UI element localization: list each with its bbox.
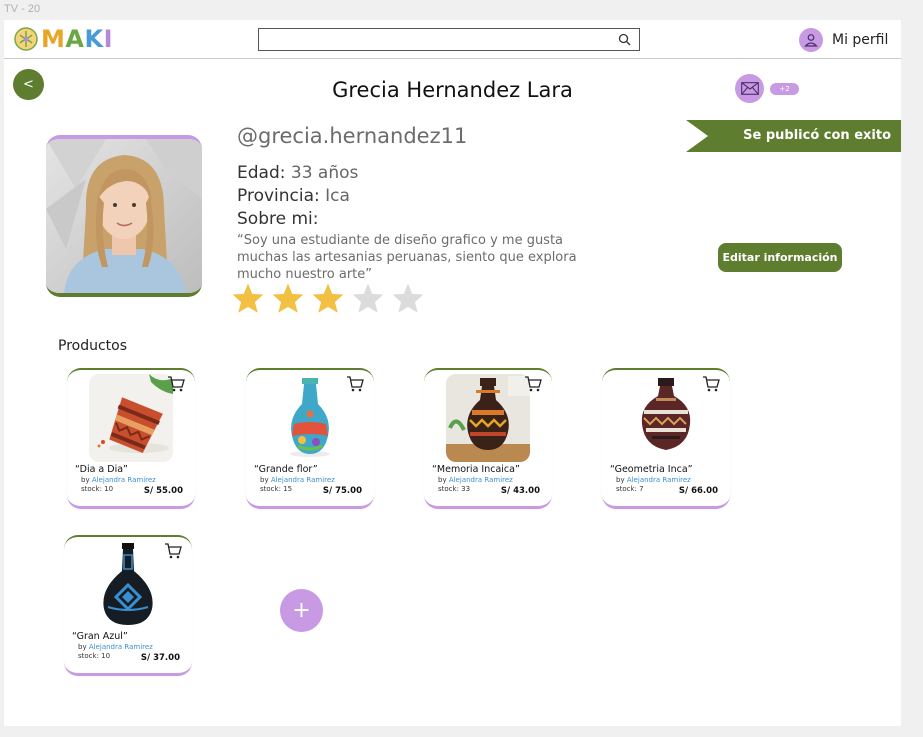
product-image	[268, 374, 352, 462]
author-link[interactable]: Alejandra Ramirez	[627, 476, 691, 484]
profile-name: Grecia Hernandez Lara	[332, 78, 573, 102]
stock-label: stock:	[81, 485, 102, 493]
search-input[interactable]	[258, 28, 640, 51]
product-price: S/ 66.00	[678, 486, 718, 496]
age-value: 33 años	[290, 163, 359, 183]
star-icon[interactable]	[231, 282, 265, 314]
product-price: S/ 43.00	[500, 486, 540, 496]
profile-photo	[46, 135, 202, 297]
by-label: by	[260, 476, 269, 484]
by-label: by	[81, 476, 90, 484]
cart-icon[interactable]	[167, 376, 185, 396]
frame-label: TV - 20	[4, 3, 41, 15]
notification-badge[interactable]: +2	[770, 83, 799, 95]
product-price: S/ 75.00	[322, 486, 362, 496]
logo-text: MAKI	[41, 25, 113, 53]
rating-stars[interactable]	[231, 282, 425, 314]
province-row: Provincia: Ica	[237, 185, 637, 208]
logo-letter: A	[65, 25, 85, 53]
logo-letter: I	[103, 25, 114, 53]
author-link[interactable]: Alejandra Ramirez	[449, 476, 513, 484]
product-title: “Gran Azul”	[72, 631, 128, 642]
stock-value: 33	[461, 485, 471, 493]
product-stock: stock: 33	[438, 485, 470, 493]
product-author: by Alejandra Ramirez	[260, 476, 335, 484]
product-title: “Dia a Dia”	[75, 464, 128, 475]
product-title: “Geometria Inca”	[610, 464, 693, 475]
product-stock: stock: 10	[78, 652, 110, 660]
profile-label[interactable]: Mi perfil	[832, 32, 888, 48]
stock-value: 10	[101, 652, 111, 660]
age-label: Edad:	[237, 163, 286, 183]
star-icon[interactable]	[391, 282, 425, 314]
mail-icon[interactable]	[735, 74, 764, 103]
stock-label: stock:	[438, 485, 459, 493]
province-value: Ica	[325, 186, 350, 206]
cart-icon[interactable]	[524, 376, 542, 396]
portrait-image	[46, 139, 202, 293]
top-header: MAKI Mi perfil	[4, 20, 901, 59]
user-icon[interactable]	[799, 28, 823, 52]
stock-label: stock:	[78, 652, 99, 660]
cart-icon[interactable]	[702, 376, 720, 396]
logo-letter: M	[41, 25, 66, 53]
stock-label: stock:	[260, 485, 281, 493]
product-image	[624, 374, 708, 462]
profile-handle: @grecia.hernandez11	[237, 124, 468, 148]
product-author: by Alejandra Ramirez	[616, 476, 691, 484]
product-author: by Alejandra Ramirez	[81, 476, 156, 484]
star-icon[interactable]	[311, 282, 345, 314]
app-frame: MAKI Mi perfil < Grecia Hernandez Lara +…	[4, 20, 901, 726]
product-stock: stock: 7	[616, 485, 644, 493]
star-icon[interactable]	[351, 282, 385, 314]
search-icon[interactable]	[618, 33, 631, 46]
star-icon[interactable]	[271, 282, 305, 314]
product-card[interactable]: “Dia a Dia” by Alejandra Ramirez stock: …	[67, 368, 195, 509]
cart-icon[interactable]	[346, 376, 364, 396]
age-row: Edad: 33 años	[237, 162, 637, 185]
product-author: by Alejandra Ramirez	[78, 643, 153, 651]
products-section-title: Productos	[58, 338, 128, 354]
product-card[interactable]: “Memoria Incaica” by Alejandra Ramirez s…	[424, 368, 552, 509]
logo-letter: K	[84, 25, 104, 53]
profile-menu-button[interactable]: Mi perfil	[799, 28, 888, 52]
product-card[interactable]: “Gran Azul” by Alejandra Ramirez stock: …	[64, 535, 192, 676]
author-link[interactable]: Alejandra Ramirez	[271, 476, 335, 484]
product-card[interactable]: “Geometria Inca” by Alejandra Ramirez st…	[602, 368, 730, 509]
product-image	[446, 374, 530, 462]
profile-info: @grecia.hernandez11 Edad: 33 años Provin…	[237, 124, 637, 283]
author-link[interactable]: Alejandra Ramirez	[89, 643, 153, 651]
add-product-button[interactable]: +	[280, 589, 323, 632]
sun-logo-icon	[14, 27, 38, 51]
product-image	[89, 374, 173, 462]
product-card[interactable]: “Grande flor” by Alejandra Ramirez stock…	[246, 368, 374, 509]
cart-icon[interactable]	[164, 543, 182, 563]
product-image	[86, 541, 170, 629]
stock-value: 15	[283, 485, 293, 493]
by-label: by	[78, 643, 87, 651]
province-label: Provincia:	[237, 186, 320, 206]
edit-info-button[interactable]: Editar información	[718, 243, 842, 272]
product-title: “Memoria Incaica”	[432, 464, 520, 475]
maki-logo[interactable]: MAKI	[14, 25, 113, 53]
product-title: “Grande flor”	[254, 464, 318, 475]
product-author: by Alejandra Ramirez	[438, 476, 513, 484]
by-label: by	[438, 476, 447, 484]
toast-message: Se publicó con exito	[743, 128, 891, 143]
stock-value: 10	[104, 485, 114, 493]
stock-label: stock:	[616, 485, 637, 493]
product-stock: stock: 15	[260, 485, 292, 493]
success-toast: Se publicó con exito	[686, 120, 901, 152]
author-link[interactable]: Alejandra Ramirez	[92, 476, 156, 484]
product-price: S/ 55.00	[143, 486, 183, 496]
by-label: by	[616, 476, 625, 484]
about-text: “Soy una estudiante de diseño grafico y …	[237, 233, 577, 282]
product-price: S/ 37.00	[140, 653, 180, 663]
product-stock: stock: 10	[81, 485, 113, 493]
about-label: Sobre mi:	[237, 209, 319, 229]
stock-value: 7	[639, 485, 644, 493]
